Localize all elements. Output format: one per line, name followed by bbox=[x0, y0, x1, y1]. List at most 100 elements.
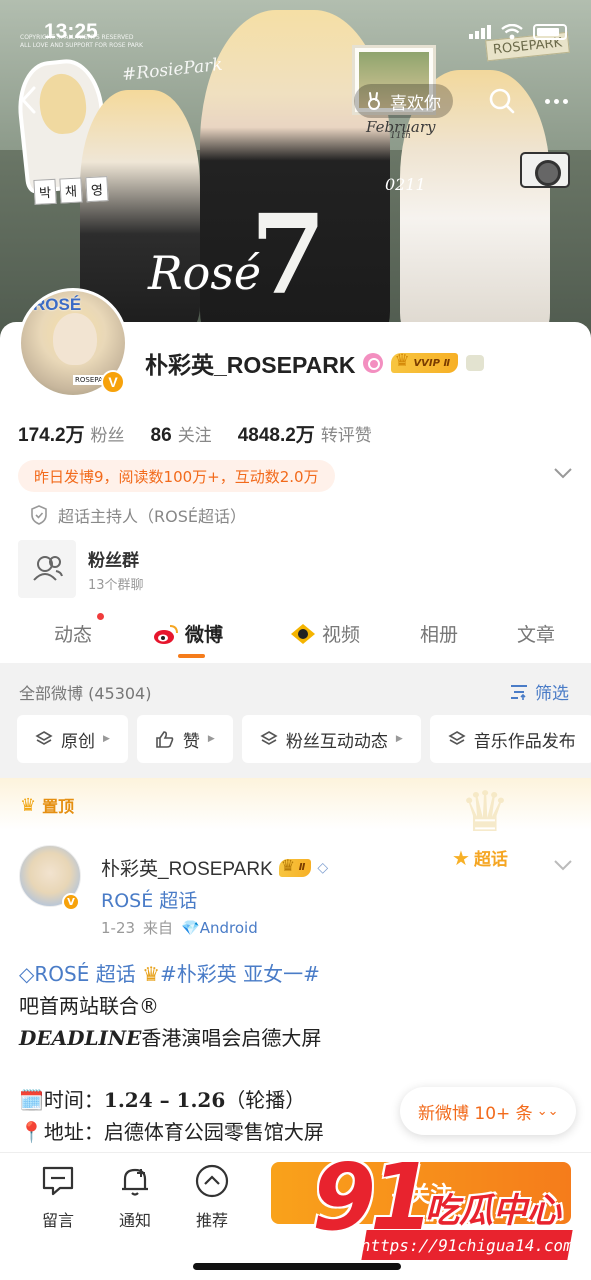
profile-name-row: 朴彩英_ROSEPARK VVIP Ⅱ bbox=[145, 346, 485, 380]
chip-fan-interaction[interactable]: 粉丝互动动态 ▶ bbox=[241, 715, 421, 763]
profile-page: 7 February 11th ROSEPARK COPYRIGHT ... A… bbox=[0, 0, 591, 1280]
crown-icon: ♛ bbox=[142, 962, 161, 986]
lock-icon[interactable] bbox=[466, 355, 485, 371]
stat-value: 4848.2万 bbox=[237, 425, 315, 446]
filter-button[interactable]: 筛选 bbox=[509, 679, 569, 704]
banner-rose-script: Rosé bbox=[148, 246, 262, 300]
notification-dot bbox=[97, 613, 104, 620]
stat-label: 粉丝 bbox=[90, 426, 125, 446]
fan-group-title: 粉丝群 bbox=[88, 551, 139, 571]
vvip-badge[interactable]: VVIP Ⅱ bbox=[391, 351, 459, 373]
supertopic-host-row[interactable]: 超话主持人（ROSÉ超话） bbox=[30, 503, 246, 527]
home-indicator[interactable] bbox=[193, 1263, 401, 1270]
filter-icon bbox=[511, 684, 527, 700]
recommend-button[interactable]: 推荐 bbox=[182, 1163, 242, 1231]
post-line-3: DEADLINE香港演唱会启德大屏 bbox=[19, 1026, 322, 1050]
fan-group-subtitle: 13个群聊 bbox=[88, 578, 144, 593]
stat-label: 转评赞 bbox=[320, 426, 372, 446]
calendar-icon: 🗓️ bbox=[19, 1088, 44, 1112]
post-verified-icon: V bbox=[62, 893, 80, 911]
avatar-label: ROSÉ bbox=[33, 295, 82, 314]
diamond-icon: ◇ bbox=[317, 859, 329, 876]
profile-name: 朴彩英_ROSEPARK bbox=[145, 352, 356, 378]
crown-decoration-icon: ♛ bbox=[460, 780, 511, 845]
rabbit-icon bbox=[368, 92, 380, 110]
watermark-text: 吃瓜中心 bbox=[425, 1191, 561, 1231]
layers-icon bbox=[260, 731, 278, 745]
banner-korean-name: 박 채 영 bbox=[33, 176, 109, 205]
post-author[interactable]: 朴彩英_ROSEPARK bbox=[101, 854, 273, 881]
verified-badge-icon: V bbox=[101, 370, 125, 394]
tab-dynamics[interactable]: 动态 bbox=[54, 620, 92, 647]
weibo-icon bbox=[154, 624, 178, 644]
post-line-2: 吧首两站联合® bbox=[19, 994, 159, 1018]
korean-char: 박 bbox=[33, 178, 57, 205]
camera-icon bbox=[520, 152, 570, 188]
watermark-url: https://91chigua14.com bbox=[359, 1230, 575, 1260]
search-icon[interactable] bbox=[486, 84, 518, 118]
status-time: 13:25 bbox=[44, 20, 98, 43]
stat-value: 86 bbox=[150, 425, 172, 446]
korean-char: 영 bbox=[85, 176, 109, 203]
like-you-button[interactable]: 喜欢你 bbox=[354, 84, 453, 118]
more-icon[interactable] bbox=[540, 84, 572, 118]
filter-chips: 原创 ▶ 赞 ▶ 粉丝互动动态 ▶ 音乐作品发布 bbox=[17, 715, 591, 763]
shield-icon bbox=[31, 505, 47, 525]
like-you-label: 喜欢你 bbox=[390, 93, 441, 114]
status-icons bbox=[469, 24, 567, 40]
pink-badge-icon[interactable] bbox=[363, 353, 384, 373]
active-tab-indicator bbox=[178, 654, 205, 658]
fan-group[interactable]: 粉丝群 13个群聊 bbox=[18, 538, 318, 598]
post-device: 💎Android bbox=[181, 918, 258, 937]
post-topic[interactable]: ROSÉ 超话 bbox=[101, 886, 197, 913]
member-crown-badge[interactable]: Ⅱ bbox=[278, 856, 312, 877]
stat-likes[interactable]: 4848.2万 转评赞 bbox=[238, 420, 372, 447]
post-author-row: 朴彩英_ROSEPARK Ⅱ ◇ bbox=[101, 854, 328, 881]
wifi-icon bbox=[501, 24, 523, 40]
signal-icon bbox=[469, 25, 491, 39]
stat-value: 174.2万 bbox=[18, 425, 85, 446]
back-arrow-icon[interactable] bbox=[14, 80, 44, 120]
post-meta: 1-23 来自 💎Android bbox=[101, 917, 258, 938]
post-line-1: ◇ROSÉ 超话 ♛#朴彩英 亚女一# bbox=[19, 962, 320, 986]
double-chevron-down-icon: ⌄⌄ bbox=[536, 1103, 559, 1119]
chevron-down-icon[interactable] bbox=[552, 465, 574, 481]
video-icon bbox=[291, 623, 315, 644]
location-pin-icon: 📍 bbox=[19, 1120, 44, 1144]
chip-likes[interactable]: 赞 ▶ bbox=[136, 715, 233, 763]
activity-summary[interactable]: 昨日发博9，阅读数100万+，互动数2.0万 bbox=[18, 460, 335, 492]
bell-plus-icon bbox=[122, 1168, 148, 1196]
stat-label: 关注 bbox=[177, 426, 212, 446]
battery-icon bbox=[533, 24, 567, 40]
chip-original[interactable]: 原创 ▶ bbox=[17, 715, 128, 763]
supertopic-badge[interactable]: ★ 超话 bbox=[452, 845, 508, 871]
layers-icon bbox=[35, 731, 53, 745]
layers-icon bbox=[448, 731, 466, 745]
banner-feb-day: 11th bbox=[390, 131, 411, 141]
chip-music[interactable]: 音乐作品发布 bbox=[429, 715, 591, 763]
chevron-up-circle-icon bbox=[195, 1164, 229, 1198]
host-label: 超话主持人（ROSÉ超话） bbox=[58, 507, 246, 526]
star-icon: ★ bbox=[452, 845, 470, 870]
tab-album[interactable]: 相册 bbox=[420, 620, 458, 647]
comment-button[interactable]: 留言 bbox=[28, 1163, 88, 1231]
korean-char: 채 bbox=[59, 177, 83, 204]
post-date: 1-23 bbox=[101, 918, 136, 937]
stat-followers[interactable]: 174.2万 粉丝 bbox=[18, 420, 125, 447]
notify-button[interactable]: 通知 bbox=[105, 1163, 165, 1231]
diamond-icon: ◇ bbox=[19, 962, 35, 986]
tab-article[interactable]: 文章 bbox=[517, 620, 555, 647]
pinned-label: ♛ 置顶 bbox=[20, 794, 75, 817]
thumbs-up-icon bbox=[156, 731, 174, 748]
profile-stats: 174.2万 粉丝 86 关注 4848.2万 转评赞 bbox=[18, 420, 372, 447]
banner-jersey-number: 7 bbox=[250, 190, 327, 319]
tab-video[interactable]: 视频 bbox=[290, 620, 360, 647]
post-menu-chevron-icon[interactable] bbox=[553, 858, 573, 872]
group-icon bbox=[18, 540, 76, 598]
stat-following[interactable]: 86 关注 bbox=[151, 421, 212, 447]
post-from: 来自 bbox=[143, 919, 174, 937]
new-weibo-button[interactable]: 新微博 10+ 条 ⌄⌄ bbox=[400, 1087, 577, 1135]
crown-icon: ♛ bbox=[20, 794, 37, 816]
tab-weibo[interactable]: 微博 bbox=[153, 620, 223, 647]
banner-0211: 0211 bbox=[385, 175, 426, 194]
